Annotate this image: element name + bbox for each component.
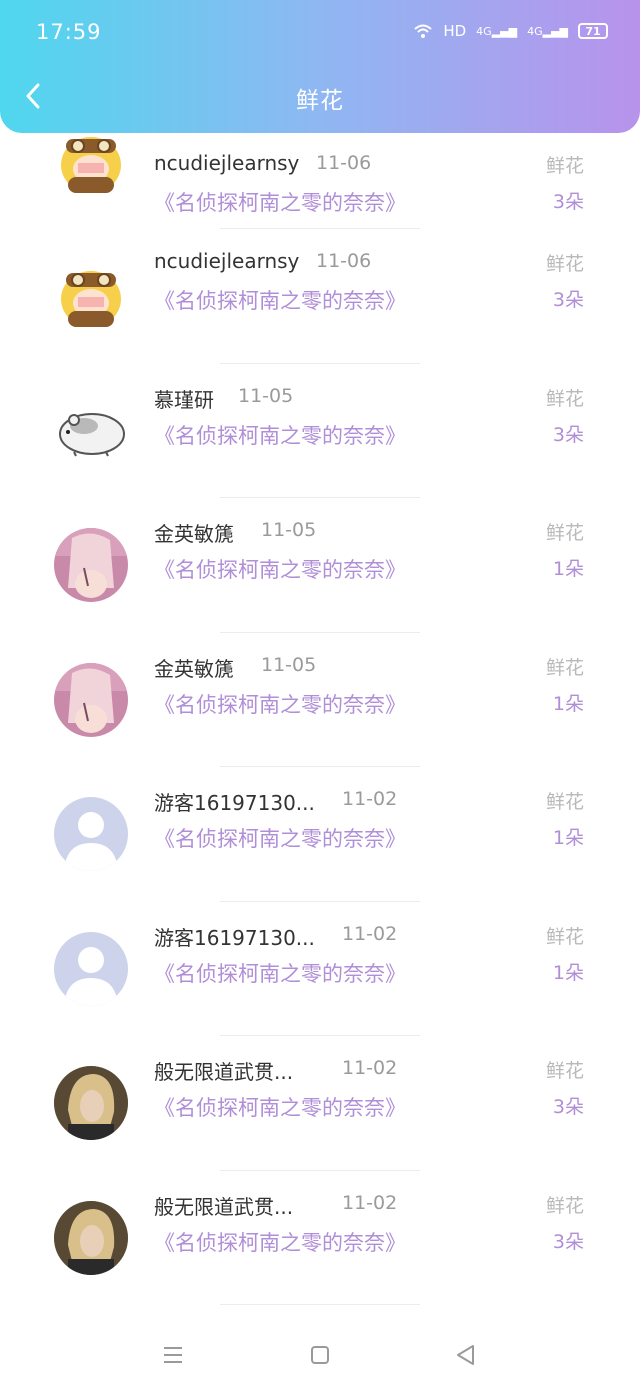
gift-date: 11-05 <box>261 519 317 541</box>
user-name: 慕瑾研 <box>154 387 214 412</box>
book-title-link[interactable]: 《名侦探柯南之零的奈奈》 <box>154 1227 406 1257</box>
gift-type: 鲜花 <box>545 387 584 410</box>
gift-type: 鲜花 <box>545 791 584 813</box>
book-title-link[interactable]: 《名侦探柯南之零的奈奈》 <box>154 285 406 315</box>
book-title-link[interactable]: 《名侦探柯南之零的奈奈》 <box>154 554 406 584</box>
home-icon <box>311 1346 329 1364</box>
gift-type: 鲜花 <box>545 656 584 679</box>
gift-type: 鲜花 <box>545 155 584 177</box>
user-name: ncudiejlearnsy <box>154 151 300 175</box>
system-nav-bar <box>0 1320 640 1387</box>
user-name: 般无限道武贯... <box>154 1060 294 1084</box>
network-type: HD <box>443 22 467 40</box>
list-item[interactable]: ncudiejlearnsy 11-06 《名侦探柯南之零的奈奈》 鲜花 3朵 <box>0 229 640 364</box>
gift-date: 11-06 <box>316 250 372 272</box>
gift-date: 11-02 <box>342 1191 398 1214</box>
gift-count: 1朵 <box>552 961 584 984</box>
row-divider <box>220 1304 420 1305</box>
gift-date: 11-02 <box>342 1057 398 1079</box>
gift-date: 11-05 <box>261 653 317 676</box>
list-item[interactable]: 游客16197130... 11-02 《名侦探柯南之零的奈奈》 鲜花 1朵 <box>0 902 640 1036</box>
menu-button[interactable] <box>158 1340 188 1370</box>
gift-count: 3朵 <box>552 1230 584 1253</box>
user-name: 般无限道武贯... <box>154 1194 294 1219</box>
avatar[interactable] <box>54 125 128 199</box>
gift-count: 3朵 <box>552 423 584 446</box>
user-name: 游客16197130... <box>154 925 315 950</box>
book-title-link[interactable]: 《名侦探柯南之零的奈奈》 <box>154 958 406 988</box>
avatar[interactable] <box>54 528 128 602</box>
signal-icon: 4G▂▄▆ <box>476 24 518 38</box>
list-item[interactable]: 般无限道武贯... 11-02 《名侦探柯南之零的奈奈》 鲜花 3朵 <box>0 1171 640 1305</box>
gift-type: 鲜花 <box>545 522 584 544</box>
avatar[interactable] <box>54 1066 128 1140</box>
gift-date: 11-05 <box>238 384 294 407</box>
home-button[interactable] <box>305 1340 335 1370</box>
gift-type: 鲜花 <box>545 1194 584 1217</box>
gift-type: 鲜花 <box>545 1060 584 1082</box>
list-item[interactable]: 金英敏篪 11-05 《名侦探柯南之零的奈奈》 鲜花 1朵 <box>0 633 640 767</box>
avatar[interactable] <box>54 393 128 468</box>
gift-date: 11-06 <box>316 152 372 174</box>
list-item[interactable]: 金英敏篪 11-05 《名侦探柯南之零的奈奈》 鲜花 1朵 <box>0 498 640 633</box>
book-title-link[interactable]: 《名侦探柯南之零的奈奈》 <box>154 420 406 450</box>
avatar[interactable] <box>54 662 128 737</box>
app-header: 17:59 HD 4G▂▄▆ 4G▂▄▆ 71 鲜花 <box>0 0 640 133</box>
avatar[interactable] <box>54 797 128 871</box>
back-triangle-icon <box>457 1345 474 1365</box>
avatar[interactable] <box>54 1200 128 1275</box>
gift-type: 鲜花 <box>545 925 584 948</box>
battery-icon: 71 <box>578 23 608 39</box>
gift-count: 1朵 <box>552 827 584 849</box>
user-name: 金英敏篪 <box>154 656 234 681</box>
gift-count: 1朵 <box>552 692 584 715</box>
status-icons: HD 4G▂▄▆ 4G▂▄▆ 71 <box>413 22 608 40</box>
gift-count: 1朵 <box>552 558 584 580</box>
user-name: 游客16197130... <box>154 791 315 815</box>
system-back-button[interactable] <box>450 1340 480 1370</box>
menu-icon <box>164 1347 182 1363</box>
signal-icon-2: 4G▂▄▆ <box>527 24 568 38</box>
status-time: 17:59 <box>36 20 102 44</box>
gift-count: 3朵 <box>552 191 584 213</box>
avatar[interactable] <box>54 259 128 333</box>
book-title-link[interactable]: 《名侦探柯南之零的奈奈》 <box>154 689 406 719</box>
gift-count: 3朵 <box>552 289 584 311</box>
book-title-link[interactable]: 《名侦探柯南之零的奈奈》 <box>154 187 406 217</box>
page-title: 鲜花 <box>296 88 344 114</box>
gift-date: 11-02 <box>342 922 398 945</box>
book-title-link[interactable]: 《名侦探柯南之零的奈奈》 <box>154 1092 406 1122</box>
gift-count: 3朵 <box>552 1096 584 1118</box>
list-item[interactable]: 慕瑾研 11-05 《名侦探柯南之零的奈奈》 鲜花 3朵 <box>0 364 640 498</box>
wifi-icon <box>414 24 432 38</box>
avatar[interactable] <box>54 931 128 1006</box>
list-item[interactable]: 游客16197130... 11-02 《名侦探柯南之零的奈奈》 鲜花 1朵 <box>0 767 640 902</box>
user-name: ncudiejlearnsy <box>154 249 300 273</box>
gift-date: 11-02 <box>342 788 398 810</box>
flower-gift-list: ncudiejlearnsy 11-06 《名侦探柯南之零的奈奈》 鲜花 3朵 ncudi… <box>0 125 640 1305</box>
gift-type: 鲜花 <box>545 253 584 275</box>
user-name: 金英敏篪 <box>154 522 234 546</box>
book-title-link[interactable]: 《名侦探柯南之零的奈奈》 <box>154 823 406 853</box>
list-item[interactable]: ncudiejlearnsy 11-06 《名侦探柯南之零的奈奈》 鲜花 3朵 <box>0 125 640 229</box>
list-item[interactable]: 般无限道武贯... 11-02 《名侦探柯南之零的奈奈》 鲜花 3朵 <box>0 1036 640 1171</box>
